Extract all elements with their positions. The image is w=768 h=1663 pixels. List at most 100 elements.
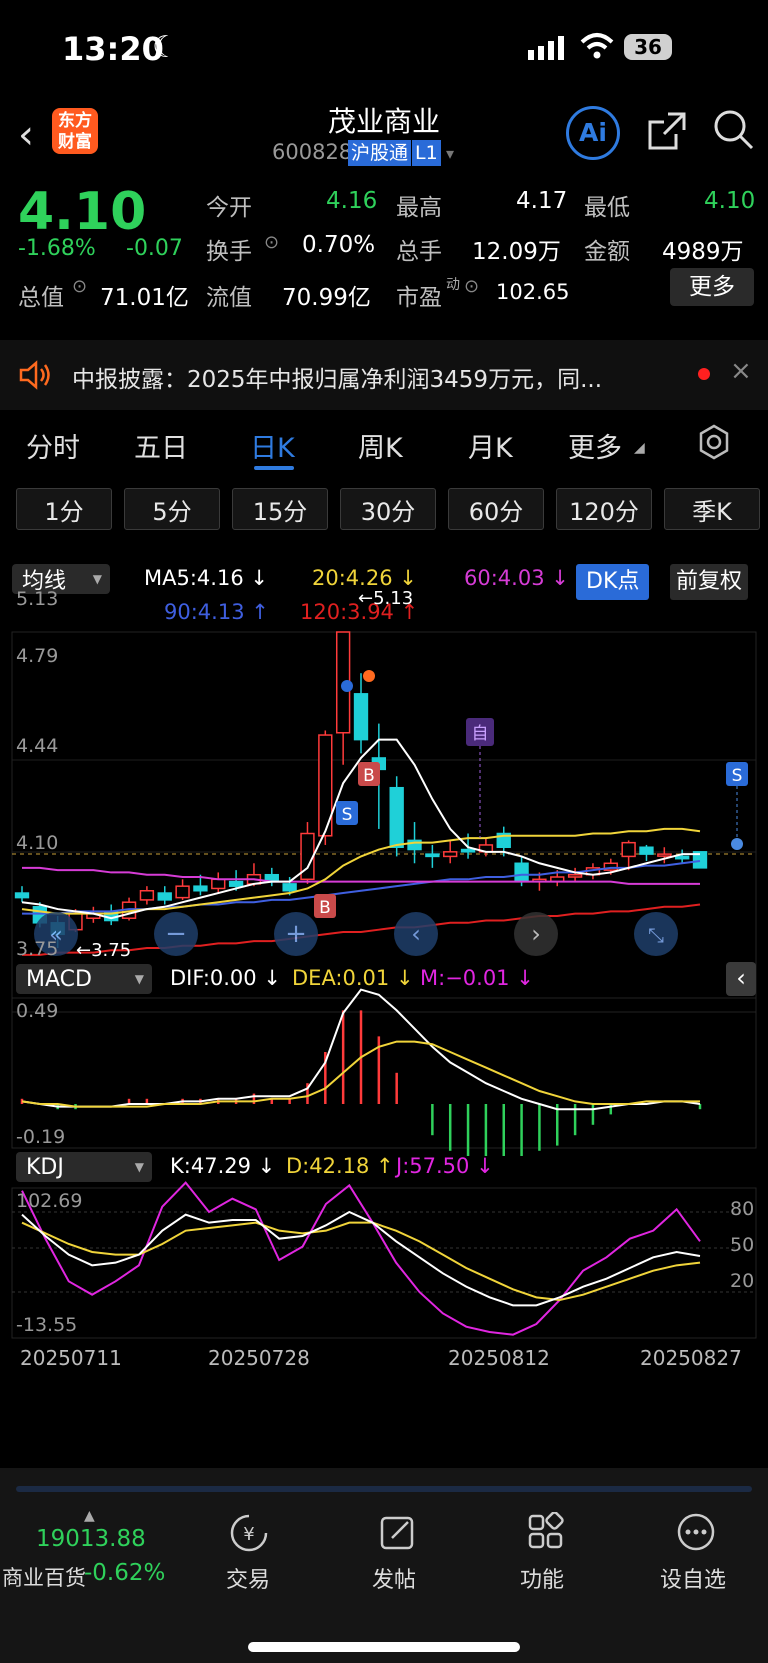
open-value: 4.16 bbox=[326, 188, 378, 214]
j-label: J:57.50 ↓ bbox=[396, 1154, 494, 1178]
post-label[interactable]: 发帖 bbox=[372, 1562, 416, 1594]
open-label: 今开 bbox=[206, 195, 252, 221]
function-label[interactable]: 功能 bbox=[520, 1562, 564, 1594]
stock-code: 600828 bbox=[272, 140, 353, 164]
function-icon[interactable] bbox=[526, 1511, 566, 1552]
period-120m[interactable]: 120分 bbox=[556, 488, 652, 530]
axis-label: 102.69 bbox=[16, 1190, 83, 1212]
period-5m[interactable]: 5分 bbox=[124, 488, 220, 530]
candle bbox=[211, 878, 226, 890]
tab-daily-k[interactable]: 日K bbox=[250, 426, 295, 465]
self-select-marker: 自 bbox=[466, 718, 494, 746]
date-label: 20250827 bbox=[640, 1346, 742, 1370]
svg-text:‹: ‹ bbox=[411, 920, 421, 948]
candle bbox=[621, 841, 636, 858]
period-quarter[interactable]: 季K bbox=[664, 488, 760, 530]
caret-down-icon[interactable]: ▾ bbox=[446, 144, 454, 163]
unread-dot bbox=[698, 368, 710, 380]
low-value: 4.10 bbox=[704, 188, 756, 214]
kdj-panel bbox=[11, 1181, 757, 1339]
high-label: 最高 bbox=[396, 195, 442, 221]
macd-selector[interactable]: MACD ▼ bbox=[16, 964, 152, 994]
last-price: 4.10 bbox=[18, 182, 147, 242]
candle bbox=[657, 853, 672, 857]
svg-text:B: B bbox=[319, 898, 331, 918]
change-amount: -0.07 bbox=[126, 236, 183, 261]
change-percent: -1.68% bbox=[18, 236, 96, 261]
svg-text:−: − bbox=[165, 919, 187, 949]
svg-text:S: S bbox=[732, 766, 743, 786]
top-nav: ‹ 东方财富 茂业商业 600828 沪股通 L1 ▾ Ai bbox=[0, 100, 768, 180]
kdj-selector[interactable]: KDJ ▼ bbox=[16, 1152, 152, 1182]
close-icon[interactable]: × bbox=[730, 356, 752, 386]
gear-icon[interactable] bbox=[696, 424, 732, 460]
sector-name[interactable]: 商业百货 bbox=[2, 1562, 86, 1592]
pe-value: 102.65 bbox=[496, 280, 570, 304]
dif-label: DIF:0.00 ↓ bbox=[170, 966, 281, 990]
info-icon[interactable]: ⊙ bbox=[72, 276, 87, 297]
volume-label: 总手 bbox=[396, 239, 442, 265]
float-cap-value: 70.99亿 bbox=[282, 285, 371, 311]
axis-label: 20 bbox=[730, 1270, 755, 1292]
ai-button[interactable]: Ai bbox=[566, 106, 620, 160]
info-icon[interactable]: ⊙ bbox=[464, 276, 479, 297]
zoom-out-button: − bbox=[154, 912, 198, 956]
sector-index-value[interactable]: 19013.88 bbox=[36, 1526, 146, 1552]
watchlist-label[interactable]: 设自选 bbox=[660, 1562, 726, 1594]
info-icon[interactable]: ⊙ bbox=[264, 232, 279, 253]
tab-weekly-k[interactable]: 周K bbox=[358, 426, 403, 465]
svg-text:S: S bbox=[342, 805, 353, 825]
tab-more[interactable]: 更多 bbox=[568, 426, 622, 465]
caret-up-icon: ▲ bbox=[84, 1508, 95, 1524]
more-dots-icon[interactable] bbox=[676, 1512, 716, 1552]
candle bbox=[175, 885, 190, 899]
tab-intraday[interactable]: 分时 bbox=[26, 426, 80, 465]
d-label: D:42.18 ↑ bbox=[286, 1154, 394, 1178]
market-cap-value: 71.01亿 bbox=[100, 285, 189, 311]
hk-connect-badge: 沪股通 bbox=[348, 140, 412, 166]
axis-label: -13.55 bbox=[16, 1314, 78, 1336]
axis-label: 50 bbox=[730, 1234, 755, 1256]
candle bbox=[460, 848, 476, 853]
price-panel: S B B S 自 ←5.13 ←3.75 − + ‹ › ⤡ « bbox=[11, 588, 757, 1013]
period-1m[interactable]: 1分 bbox=[16, 488, 112, 530]
date-label: 20250812 bbox=[448, 1346, 550, 1370]
collapse-panel-button[interactable]: ‹ bbox=[726, 962, 756, 996]
sector-change[interactable]: -0.62% bbox=[84, 1560, 165, 1586]
turnover-label: 换手 bbox=[206, 239, 252, 265]
buy-signal-marker: B bbox=[314, 894, 336, 918]
axis-label: 3.75 bbox=[16, 938, 59, 960]
search-icon[interactable] bbox=[712, 108, 756, 152]
zoom-in-button: + bbox=[274, 912, 318, 956]
speaker-icon bbox=[18, 360, 52, 390]
more-button[interactable]: 更多 bbox=[670, 268, 754, 306]
date-label: 20250728 bbox=[208, 1346, 310, 1370]
share-icon[interactable] bbox=[646, 110, 688, 152]
float-cap-label: 流值 bbox=[206, 285, 252, 311]
buy-signal-marker: B bbox=[358, 762, 380, 786]
trade-label[interactable]: 交易 bbox=[226, 1562, 270, 1594]
period-15m[interactable]: 15分 bbox=[232, 488, 328, 530]
post-icon[interactable] bbox=[378, 1512, 418, 1552]
turnover-value: 0.70% bbox=[302, 232, 376, 258]
candle bbox=[425, 853, 440, 858]
announcement-bar[interactable]: 中报披露：2025年中报归属净利润3459万元，同... × bbox=[0, 340, 768, 410]
tab-indicator bbox=[254, 466, 294, 470]
candle bbox=[639, 846, 654, 855]
period-selector: 1分 5分 15分 30分 60分 120分 季K bbox=[0, 480, 768, 540]
tab-monthly-k[interactable]: 月K bbox=[468, 426, 513, 465]
axis-label: 4.10 bbox=[16, 832, 59, 854]
svg-text:自: 自 bbox=[472, 724, 489, 744]
sell-signal-marker: S bbox=[336, 801, 358, 825]
period-30m[interactable]: 30分 bbox=[340, 488, 436, 530]
period-60m[interactable]: 60分 bbox=[448, 488, 544, 530]
low-label: 最低 bbox=[584, 195, 630, 221]
high-price-mark: ←5.13 bbox=[358, 588, 413, 609]
amount-value: 4989万 bbox=[662, 239, 744, 265]
macd-selector-label: MACD bbox=[26, 966, 92, 992]
candle bbox=[193, 885, 208, 892]
signal-icon bbox=[528, 36, 568, 60]
tab-five-day[interactable]: 五日 bbox=[134, 426, 188, 465]
status-bar: 13:20 ☾ 36 bbox=[0, 0, 768, 100]
trade-icon[interactable]: ¥ bbox=[228, 1512, 270, 1554]
